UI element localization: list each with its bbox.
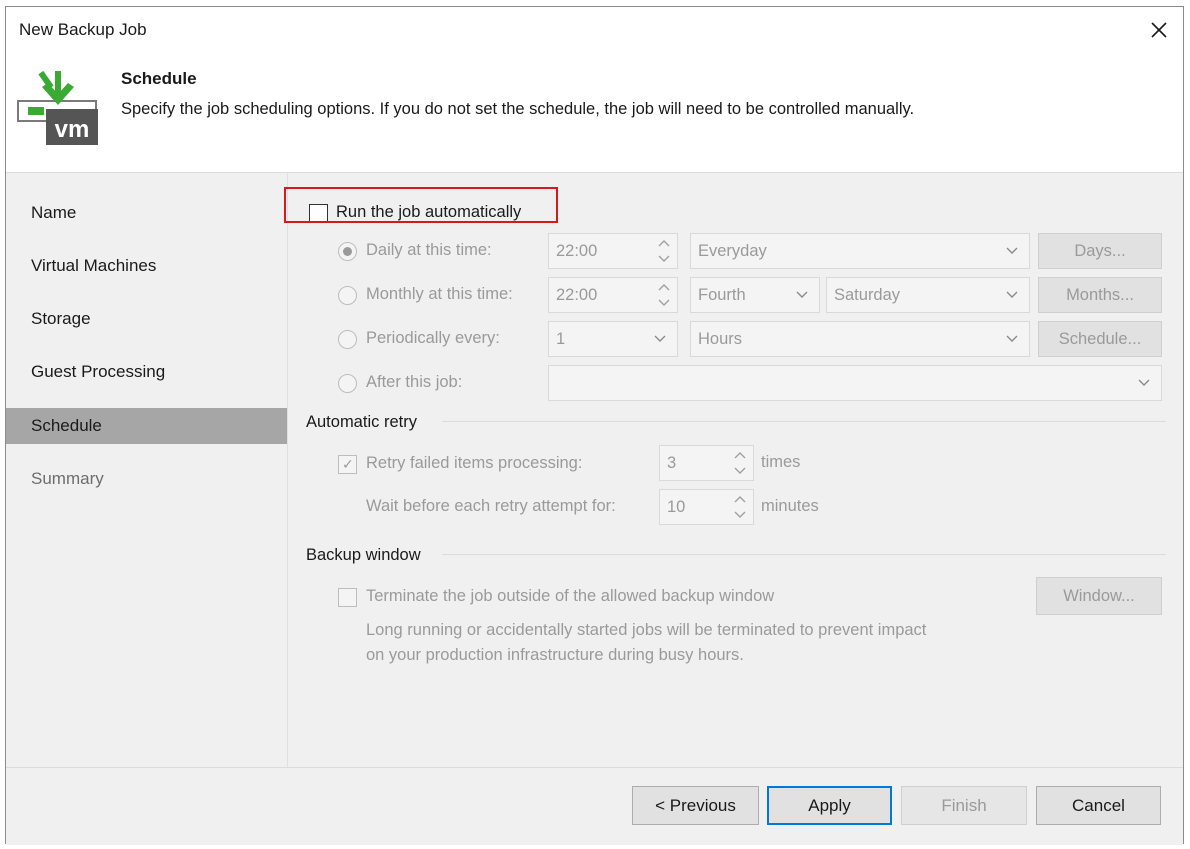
chevron-down-icon [654,335,666,342]
terminate-checkbox [338,588,357,607]
checkmark-icon: ✓ [342,456,354,472]
backup-window-note-line2: on your production infrastructure during… [366,646,744,664]
chevron-up-icon [658,240,670,247]
backup-window-title: Backup window [306,546,421,564]
retry-count-spinner [727,446,753,480]
chevron-up-icon [658,284,670,291]
wait-label: Wait before each retry attempt for: [366,497,616,515]
monthly-day-select: Saturday [826,277,1030,313]
chevron-up-icon [734,496,746,503]
daily-radio [338,242,357,261]
monthly-label: Monthly at this time: [366,285,513,303]
daily-time-spinner [651,234,677,268]
chevron-down-icon [734,511,746,518]
schedule-button: Schedule... [1038,321,1162,357]
wizard-footer: < Previous Apply Finish Cancel [6,767,1183,845]
nav-item-guest-processing[interactable]: Guest Processing [6,354,287,390]
periodically-value-select: 1 [548,321,678,357]
previous-button[interactable]: < Previous [632,786,759,825]
close-button[interactable] [1143,15,1175,45]
periodically-unit-select: Hours [690,321,1030,357]
svg-text:vm: vm [55,116,90,143]
chevron-down-icon [1138,379,1150,386]
chevron-down-icon [796,291,808,298]
nav-item-schedule[interactable]: Schedule [6,408,287,444]
window-button: Window... [1036,577,1162,615]
retry-label: Retry failed items processing: [366,454,583,472]
retry-unit-label: times [761,453,801,471]
backup-window-note-line1: Long running or accidentally started job… [366,621,927,639]
monthly-radio [338,286,357,305]
chevron-up-icon [734,452,746,459]
step-description: Specify the job scheduling options. If y… [121,100,915,118]
nav-item-name[interactable]: Name [6,195,287,231]
wait-value-spinner [727,490,753,524]
monthly-week-select: Fourth [690,277,820,313]
days-button: Days... [1038,233,1162,269]
chevron-down-icon [1006,247,1018,254]
wait-unit-label: minutes [761,497,819,515]
daily-time-input: 22:00 [548,233,678,269]
chevron-down-icon [1006,335,1018,342]
periodically-radio [338,330,357,349]
divider [442,554,1166,555]
wait-value-input: 10 [659,489,754,525]
daily-label: Daily at this time: [366,241,492,259]
step-title: Schedule [121,69,197,88]
nav-item-summary: Summary [31,469,104,488]
after-job-select [548,365,1162,401]
months-button: Months... [1038,277,1162,313]
new-backup-job-window: New Backup Job vm Schedule Specify the j… [5,6,1184,845]
terminate-label: Terminate the job outside of the allowed… [366,587,775,605]
chevron-down-icon [658,255,670,262]
retry-count-input: 3 [659,445,754,481]
retry-checkbox: ✓ [338,455,357,474]
after-job-radio [338,374,357,393]
vm-backup-icon: vm [16,63,98,145]
nav-item-storage[interactable]: Storage [6,301,287,337]
automatic-retry-title: Automatic retry [306,413,417,431]
after-job-label: After this job: [366,373,463,391]
periodically-label: Periodically every: [366,329,500,347]
schedule-panel: Run the job automatically Daily at this … [288,173,1185,767]
wizard-header: vm Schedule Specify the job scheduling o… [6,53,1183,173]
highlight-annotation [284,187,558,223]
chevron-down-icon [1006,291,1018,298]
monthly-time-spinner [651,278,677,312]
window-title: New Backup Job [19,20,147,39]
wizard-steps-nav: Name Virtual Machines Storage Guest Proc… [6,173,288,767]
cancel-button[interactable]: Cancel [1036,786,1161,825]
chevron-down-icon [734,467,746,474]
finish-button: Finish [901,786,1027,825]
chevron-down-icon [658,299,670,306]
close-icon [1151,22,1167,38]
daily-days-select: Everyday [690,233,1030,269]
wizard-body: Name Virtual Machines Storage Guest Proc… [6,173,1183,767]
apply-button[interactable]: Apply [767,786,892,825]
monthly-time-input: 22:00 [548,277,678,313]
title-bar: New Backup Job [6,7,1183,53]
divider [442,421,1166,422]
nav-item-virtual-machines[interactable]: Virtual Machines [6,248,287,284]
